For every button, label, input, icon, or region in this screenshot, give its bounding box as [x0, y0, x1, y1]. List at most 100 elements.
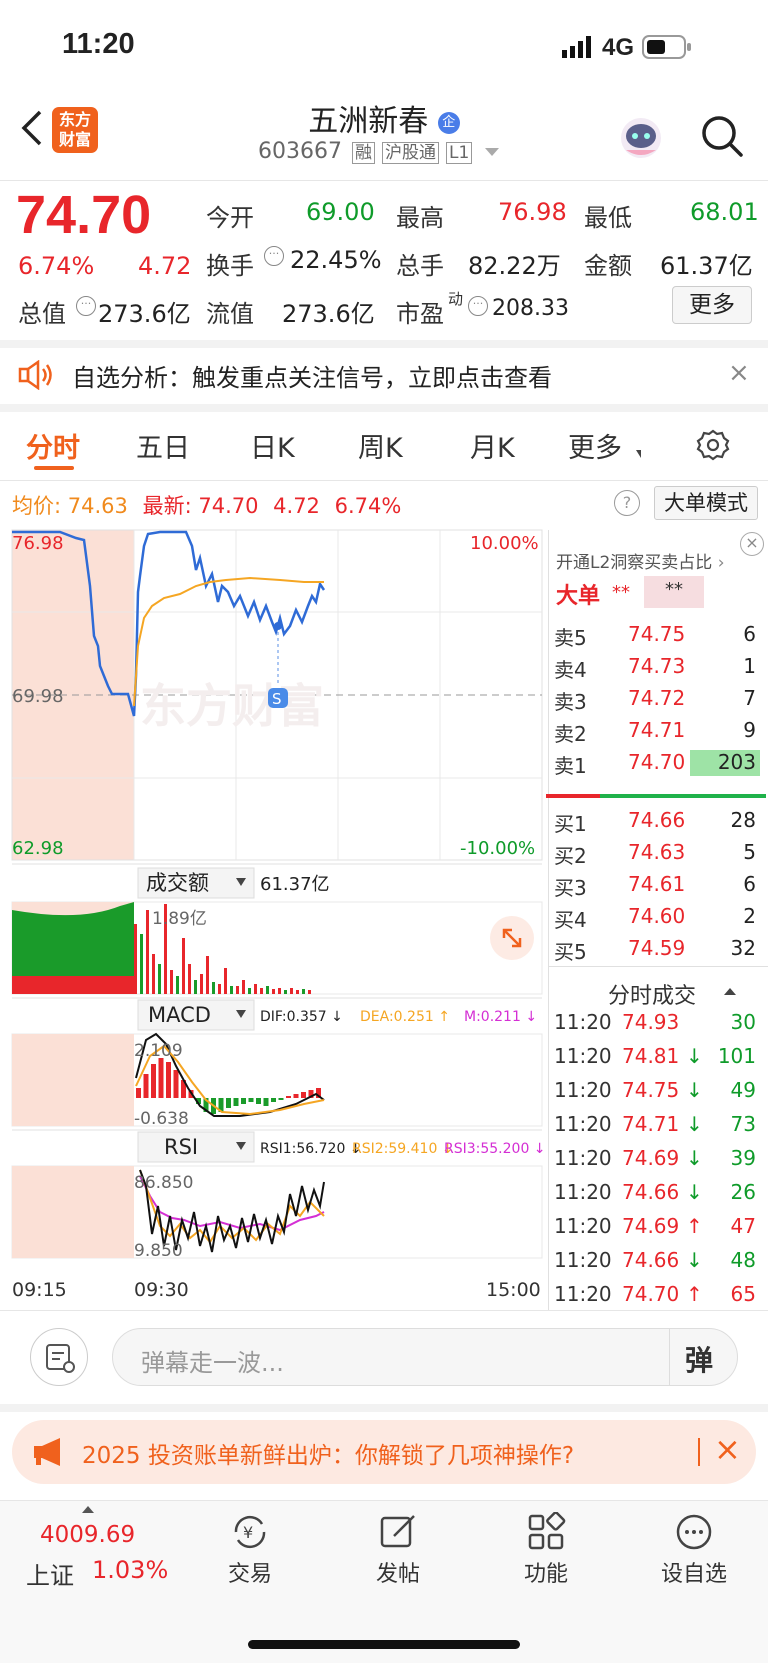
- pe-label: 市盈: [396, 300, 444, 328]
- help-icon[interactable]: ?: [614, 490, 640, 516]
- bid-row[interactable]: 买3 74.61 6: [552, 872, 762, 902]
- bid-price: 74.66: [628, 808, 686, 832]
- tab-daily[interactable]: 日K: [250, 426, 295, 465]
- bid-row[interactable]: 买4 74.60 2: [552, 904, 762, 934]
- macd-dif: DIF:0.357 ↓: [260, 1009, 343, 1025]
- caret-up-icon: [724, 988, 736, 995]
- rsi2: RSI2:59.410 ↓: [352, 1141, 454, 1157]
- nav-trade[interactable]: ¥ 交易: [190, 1512, 310, 1588]
- macd-bar: [143, 1074, 149, 1098]
- status-time: 11:20: [62, 28, 135, 60]
- close-icon[interactable]: ×: [714, 1430, 741, 1468]
- big-order-mode-button[interactable]: 大单模式: [654, 486, 758, 520]
- tab-indicator: [34, 466, 74, 470]
- index-change[interactable]: 1.03%: [92, 1556, 168, 1584]
- index-value[interactable]: 4009.69: [40, 1522, 135, 1548]
- screen: { "status_bar": {"time": "11:20", "netwo…: [0, 0, 768, 1663]
- more-button[interactable]: 更多: [672, 286, 752, 324]
- tick-direction: ↓: [686, 1044, 703, 1068]
- index-name[interactable]: 上证: [26, 1556, 74, 1591]
- bid-price: 74.59: [628, 936, 686, 960]
- macd-min: -0.638: [134, 1109, 189, 1129]
- current-price: 74.70: [16, 185, 152, 245]
- close-icon[interactable]: ×: [728, 358, 750, 388]
- pe-value: 208.33: [492, 296, 569, 321]
- comment-list-icon[interactable]: [30, 1328, 88, 1386]
- speaker-icon: [18, 359, 54, 394]
- tab-five-day[interactable]: 五日: [136, 426, 190, 465]
- notice-text[interactable]: 自选分析：触发重点关注信号，立即点击查看: [72, 358, 552, 393]
- search-icon[interactable]: [700, 114, 744, 162]
- ask-price: 74.75: [628, 622, 686, 646]
- stock-code-row[interactable]: 603667 融 沪股通 L1: [258, 138, 500, 168]
- big-order-value-1: **: [612, 582, 630, 603]
- tick-row: 11:20 74.69 ↓ 39: [552, 1146, 764, 1178]
- tab-more[interactable]: 更多: [568, 426, 622, 465]
- rsi3: RSI3:55.200 ↓: [444, 1141, 546, 1157]
- float-label: 流值: [206, 300, 254, 328]
- bid-price: 74.63: [628, 840, 686, 864]
- ticks-title[interactable]: 分时成交: [608, 978, 696, 1010]
- tab-weekly[interactable]: 周K: [358, 426, 403, 465]
- tick-time: 11:20: [554, 1010, 612, 1034]
- ask-volume: 1: [743, 654, 756, 678]
- tick-time: 11:20: [554, 1078, 612, 1102]
- ask-row[interactable]: 卖2 74.71 9: [552, 718, 762, 748]
- expand-icon[interactable]: [490, 916, 534, 960]
- volume-bar: [176, 976, 179, 994]
- tick-price: 74.75: [622, 1078, 680, 1102]
- ask-label: 卖5: [554, 626, 587, 650]
- ask-row[interactable]: 卖1 74.70 203: [552, 750, 762, 780]
- ask-row[interactable]: 卖3 74.72 7: [552, 686, 762, 716]
- info-dots-icon[interactable]: ···: [76, 296, 96, 316]
- info-dots-icon[interactable]: ···: [468, 296, 488, 316]
- macd-bar: [271, 1098, 276, 1102]
- bid-row[interactable]: 买2 74.63 5: [552, 840, 762, 870]
- comment-input[interactable]: 弹幕走一波... 弹: [112, 1328, 738, 1386]
- close-icon[interactable]: ×: [740, 532, 764, 556]
- big-order-value-2: **: [644, 576, 704, 608]
- tab-monthly[interactable]: 月K: [470, 426, 515, 465]
- high-value: 76.98: [498, 198, 567, 226]
- danmaku-button[interactable]: 弹: [685, 1339, 713, 1379]
- nav-functions-label: 功能: [523, 1562, 568, 1587]
- macd-bar: [248, 1098, 254, 1102]
- rsi-selector-label: RSI: [164, 1135, 198, 1159]
- big-order-label: 大单: [556, 584, 601, 609]
- bid-row[interactable]: 买5 74.59 32: [552, 936, 762, 966]
- rsi1: RSI1:56.720 ↓: [260, 1141, 362, 1157]
- latest-value: 74.70: [198, 494, 259, 518]
- macd-selector-label: MACD: [148, 1003, 211, 1027]
- tick-direction: ↑: [686, 1282, 703, 1306]
- volume-bar: [140, 934, 143, 994]
- divider: [0, 180, 768, 181]
- macd-max: 2.109: [134, 1041, 183, 1061]
- tick-volume: 47: [730, 1214, 756, 1238]
- divider: [0, 1404, 768, 1412]
- volume-bar: [236, 986, 239, 994]
- tick-time: 11:20: [554, 1146, 612, 1170]
- bid-row[interactable]: 买1 74.66 28: [552, 808, 762, 838]
- robot-avatar-icon[interactable]: [618, 114, 664, 164]
- turnover-label: 换手: [206, 252, 254, 280]
- l2-banner[interactable]: 开通L2洞察买卖占比 ›: [556, 548, 725, 573]
- latest-change: 4.72: [273, 494, 320, 518]
- promo-banner[interactable]: 2025 投资账单新鲜出炉：你解锁了几项神操作? ×: [12, 1420, 756, 1484]
- tab-intraday[interactable]: 分时: [26, 426, 80, 465]
- tick-price: 74.71: [622, 1112, 680, 1136]
- divider: [0, 1310, 768, 1311]
- intraday-chart[interactable]: 东方财富 S 76.98 69.98 62.98 10.00% -10.00% …: [0, 526, 548, 1306]
- tick-volume: 73: [730, 1112, 756, 1136]
- nav-functions[interactable]: 功能: [486, 1512, 606, 1588]
- nav-post[interactable]: 发帖: [338, 1512, 458, 1588]
- ask-row[interactable]: 卖5 74.75 6: [552, 622, 762, 652]
- bid-label: 买2: [554, 844, 587, 868]
- info-dots-icon[interactable]: ···: [264, 246, 284, 266]
- edit-icon: [380, 1515, 415, 1548]
- y-top-label: 76.98: [12, 533, 64, 554]
- volume-bar: [152, 954, 155, 994]
- nav-watchlist[interactable]: 设自选: [634, 1512, 754, 1588]
- ask-row[interactable]: 卖4 74.73 1: [552, 654, 762, 684]
- settings-gear-icon[interactable]: [696, 428, 730, 466]
- bid-volume: 32: [730, 936, 756, 960]
